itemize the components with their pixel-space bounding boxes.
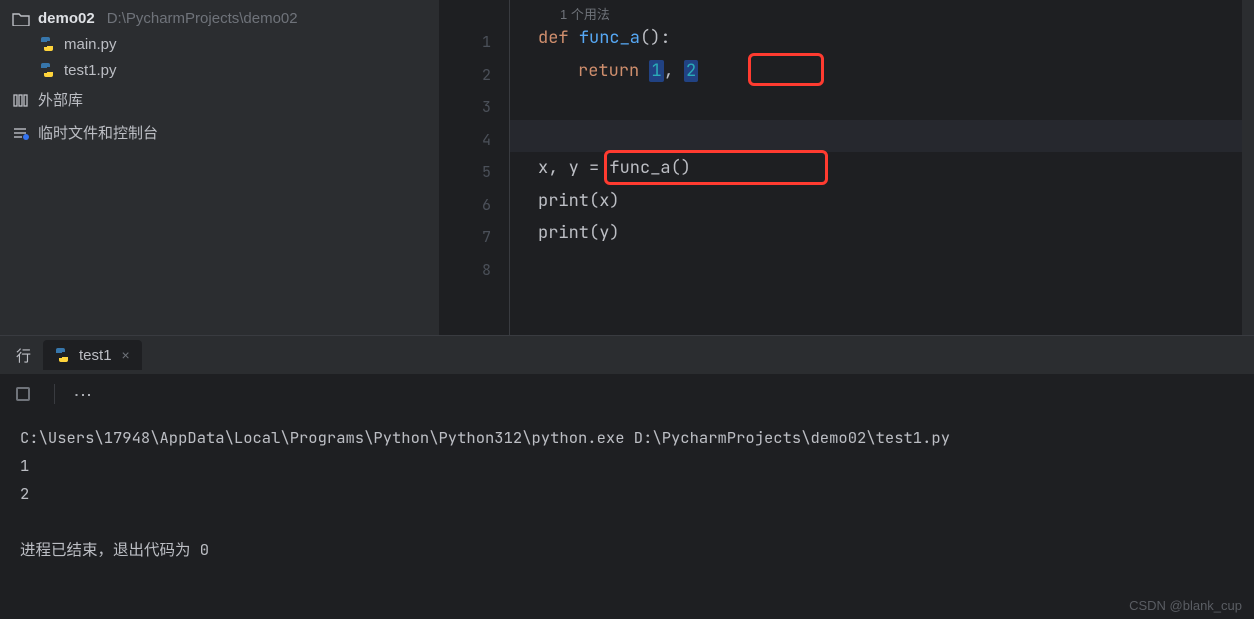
run-panel-label: 行 <box>8 345 39 366</box>
line-number[interactable]: 4 <box>440 124 509 157</box>
folder-icon <box>12 12 30 26</box>
line-number[interactable]: 8 <box>440 254 509 287</box>
watermark: CSDN @blank_cup <box>1129 598 1242 613</box>
file-label: main.py <box>64 36 117 53</box>
line-number[interactable]: 1 <box>440 26 509 59</box>
project-name: demo02 <box>38 10 95 27</box>
code-line-5[interactable]: x, y = func_a() <box>510 152 1254 185</box>
line-number[interactable]: 5 <box>440 156 509 189</box>
code-line-8[interactable] <box>510 250 1254 283</box>
scratches-consoles-item[interactable]: 临时文件和控制台 <box>0 116 439 149</box>
editor-scrollbar[interactable] <box>1242 0 1254 335</box>
project-path: D:\PycharmProjects\demo02 <box>107 10 298 27</box>
toolbar-divider <box>54 384 55 404</box>
library-icon <box>12 92 30 108</box>
console-line: 2 <box>20 479 1234 507</box>
code-line-7[interactable]: print(y) <box>510 217 1254 250</box>
console-output[interactable]: C:\Users\17948\AppData\Local\Programs\Py… <box>0 415 1254 619</box>
code-line-6[interactable]: print(x) <box>510 185 1254 218</box>
console-line: 1 <box>20 451 1234 479</box>
stop-button[interactable] <box>16 387 30 401</box>
run-tab-bar: 行 test1 × <box>0 336 1254 374</box>
code-editor[interactable]: 1 个用法 1 2 3 4 5 6 7 8 def func_a(): retu… <box>440 0 1254 335</box>
console-line <box>20 507 1234 535</box>
editor-gutter: 1 2 3 4 5 6 7 8 <box>440 0 510 335</box>
code-line-1[interactable]: def func_a(): <box>510 22 1254 55</box>
line-number[interactable]: 3 <box>440 91 509 124</box>
external-libraries-item[interactable]: 外部库 <box>0 83 439 116</box>
external-libs-label: 外部库 <box>38 89 83 110</box>
line-number[interactable]: 2 <box>440 59 509 92</box>
usage-hint[interactable]: 1 个用法 <box>510 4 610 25</box>
scratch-label: 临时文件和控制台 <box>38 122 158 143</box>
console-line: C:\Users\17948\AppData\Local\Programs\Py… <box>20 423 1234 451</box>
console-exit-line: 进程已结束，退出代码为 0 <box>20 535 1234 563</box>
file-label: test1.py <box>64 62 117 79</box>
scratch-icon <box>12 125 30 141</box>
run-tab-label: test1 <box>79 347 112 364</box>
python-file-icon <box>38 61 56 79</box>
project-file-test1[interactable]: test1.py <box>0 57 439 83</box>
run-tool-window: 行 test1 × ⋮ C:\Users\17948\AppData\Local… <box>0 335 1254 619</box>
code-text-area[interactable]: def func_a(): return 1, 2 x, y = func_a(… <box>510 0 1254 335</box>
project-root-row[interactable]: demo02 D:\PycharmProjects\demo02 <box>0 6 439 31</box>
project-sidebar: demo02 D:\PycharmProjects\demo02 main.py… <box>0 0 440 335</box>
code-line-4[interactable] <box>510 120 1254 153</box>
project-file-main[interactable]: main.py <box>0 31 439 57</box>
python-file-icon <box>38 35 56 53</box>
code-line-2[interactable]: return 1, 2 <box>510 55 1254 88</box>
line-number[interactable]: 7 <box>440 221 509 254</box>
run-toolbar: ⋮ <box>0 374 1254 415</box>
python-file-icon <box>53 346 71 364</box>
line-number[interactable]: 6 <box>440 189 509 222</box>
more-actions-icon[interactable]: ⋮ <box>79 386 87 402</box>
code-line-3[interactable] <box>510 87 1254 120</box>
close-icon[interactable]: × <box>120 347 132 363</box>
run-tab-test1[interactable]: test1 × <box>43 340 142 370</box>
